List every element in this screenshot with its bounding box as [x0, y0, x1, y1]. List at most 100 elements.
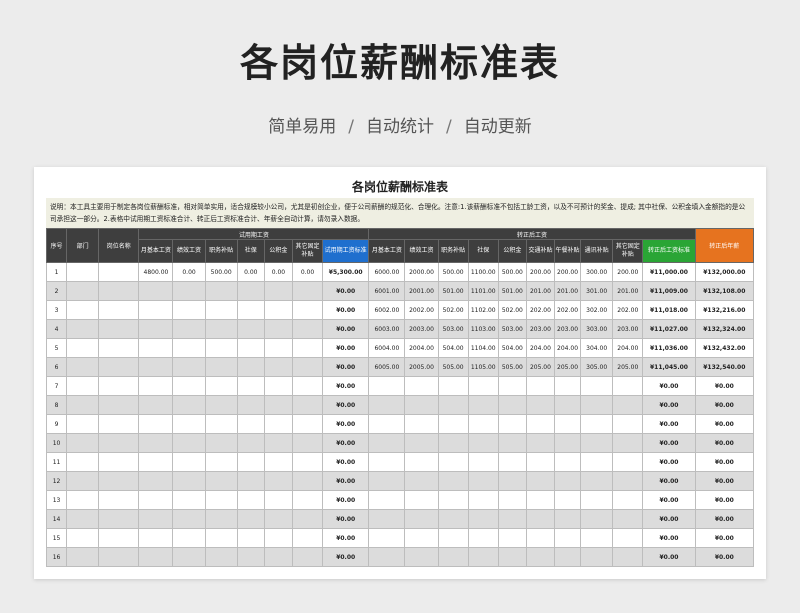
trial-value-cell[interactable]	[263, 300, 293, 320]
regular-value-cell[interactable]: 201.00	[553, 281, 582, 301]
position-cell[interactable]	[98, 414, 140, 434]
regular-value-cell[interactable]: 6000.00	[368, 262, 406, 282]
regular-value-cell[interactable]	[497, 528, 527, 548]
trial-value-cell[interactable]	[138, 490, 174, 510]
trial-total-cell[interactable]: ¥0.00	[322, 300, 370, 320]
regular-value-cell[interactable]	[553, 414, 582, 434]
dept-cell[interactable]	[66, 300, 100, 320]
trial-value-cell[interactable]	[291, 338, 324, 358]
trial-value-cell[interactable]	[204, 376, 238, 396]
regular-value-cell[interactable]: 304.00	[580, 338, 614, 358]
trial-value-cell[interactable]: 500.00	[204, 262, 238, 282]
regular-value-cell[interactable]	[467, 376, 499, 396]
row-seq-cell[interactable]: 1	[45, 262, 68, 282]
regular-total-cell[interactable]: ¥0.00	[642, 376, 696, 396]
regular-value-cell[interactable]: 301.00	[580, 281, 614, 301]
trial-value-cell[interactable]	[236, 490, 265, 510]
trial-total-cell[interactable]: ¥0.00	[322, 528, 370, 548]
dept-cell[interactable]	[66, 414, 100, 434]
row-seq-cell[interactable]: 2	[45, 281, 68, 301]
trial-value-cell[interactable]	[291, 433, 324, 453]
regular-value-cell[interactable]	[497, 471, 527, 491]
trial-value-cell[interactable]	[138, 376, 174, 396]
regular-total-cell[interactable]: ¥0.00	[642, 509, 696, 529]
regular-value-cell[interactable]	[368, 433, 406, 453]
regular-value-cell[interactable]: 205.00	[525, 357, 556, 377]
regular-value-cell[interactable]	[525, 471, 556, 491]
regular-total-cell[interactable]: ¥0.00	[642, 528, 696, 548]
regular-value-cell[interactable]: 202.00	[553, 300, 582, 320]
trial-value-cell[interactable]	[138, 452, 174, 472]
trial-value-cell[interactable]	[138, 528, 174, 548]
trial-value-cell[interactable]	[263, 414, 293, 434]
trial-value-cell[interactable]	[138, 338, 174, 358]
position-cell[interactable]	[98, 376, 140, 396]
trial-value-cell[interactable]	[204, 414, 238, 434]
regular-total-cell[interactable]: ¥11,000.00	[642, 262, 696, 282]
regular-value-cell[interactable]: 501.00	[437, 281, 469, 301]
trial-value-cell[interactable]	[172, 471, 206, 491]
regular-value-cell[interactable]: 6005.00	[368, 357, 406, 377]
trial-value-cell[interactable]	[236, 338, 265, 358]
regular-value-cell[interactable]	[497, 395, 527, 415]
position-cell[interactable]	[98, 547, 140, 567]
trial-value-cell[interactable]	[236, 471, 265, 491]
trial-total-cell[interactable]: ¥0.00	[322, 319, 370, 339]
regular-total-cell[interactable]: ¥11,018.00	[642, 300, 696, 320]
regular-value-cell[interactable]	[525, 490, 556, 510]
trial-value-cell[interactable]	[236, 376, 265, 396]
row-seq-cell[interactable]: 15	[45, 528, 68, 548]
regular-value-cell[interactable]	[553, 452, 582, 472]
trial-value-cell[interactable]	[236, 414, 265, 434]
trial-total-cell[interactable]: ¥0.00	[322, 471, 370, 491]
trial-value-cell[interactable]	[236, 357, 265, 377]
regular-value-cell[interactable]	[404, 395, 439, 415]
row-seq-cell[interactable]: 8	[45, 395, 68, 415]
regular-value-cell[interactable]: 303.00	[580, 319, 614, 339]
regular-value-cell[interactable]	[612, 471, 644, 491]
dept-cell[interactable]	[66, 281, 100, 301]
annual-salary-cell[interactable]: ¥0.00	[694, 547, 755, 567]
trial-value-cell[interactable]	[291, 547, 324, 567]
trial-value-cell[interactable]	[263, 490, 293, 510]
trial-value-cell[interactable]	[172, 281, 206, 301]
regular-value-cell[interactable]: 1102.00	[467, 300, 499, 320]
regular-value-cell[interactable]	[467, 490, 499, 510]
position-cell[interactable]	[98, 338, 140, 358]
trial-value-cell[interactable]	[291, 452, 324, 472]
trial-value-cell[interactable]	[204, 471, 238, 491]
regular-value-cell[interactable]	[437, 452, 469, 472]
regular-value-cell[interactable]: 302.00	[580, 300, 614, 320]
row-seq-cell[interactable]: 12	[45, 471, 68, 491]
trial-value-cell[interactable]	[263, 376, 293, 396]
trial-value-cell[interactable]	[236, 300, 265, 320]
regular-value-cell[interactable]: 2001.00	[404, 281, 439, 301]
trial-value-cell[interactable]	[138, 357, 174, 377]
trial-total-cell[interactable]: ¥0.00	[322, 547, 370, 567]
trial-value-cell[interactable]	[172, 452, 206, 472]
regular-value-cell[interactable]	[368, 547, 406, 567]
regular-value-cell[interactable]: 200.00	[612, 262, 644, 282]
regular-value-cell[interactable]: 200.00	[525, 262, 556, 282]
trial-value-cell[interactable]	[138, 395, 174, 415]
regular-value-cell[interactable]	[553, 376, 582, 396]
dept-cell[interactable]	[66, 452, 100, 472]
trial-value-cell[interactable]	[204, 509, 238, 529]
regular-value-cell[interactable]	[612, 395, 644, 415]
annual-salary-cell[interactable]: ¥0.00	[694, 414, 755, 434]
trial-total-cell[interactable]: ¥0.00	[322, 452, 370, 472]
regular-value-cell[interactable]: 205.00	[612, 357, 644, 377]
position-cell[interactable]	[98, 471, 140, 491]
regular-value-cell[interactable]	[368, 395, 406, 415]
regular-value-cell[interactable]	[404, 471, 439, 491]
trial-value-cell[interactable]	[172, 414, 206, 434]
regular-value-cell[interactable]	[437, 547, 469, 567]
regular-total-cell[interactable]: ¥11,027.00	[642, 319, 696, 339]
regular-value-cell[interactable]	[525, 433, 556, 453]
trial-value-cell[interactable]	[172, 433, 206, 453]
trial-value-cell[interactable]	[236, 547, 265, 567]
regular-value-cell[interactable]	[525, 376, 556, 396]
trial-value-cell[interactable]	[204, 490, 238, 510]
regular-value-cell[interactable]: 203.00	[525, 319, 556, 339]
trial-value-cell[interactable]	[291, 395, 324, 415]
